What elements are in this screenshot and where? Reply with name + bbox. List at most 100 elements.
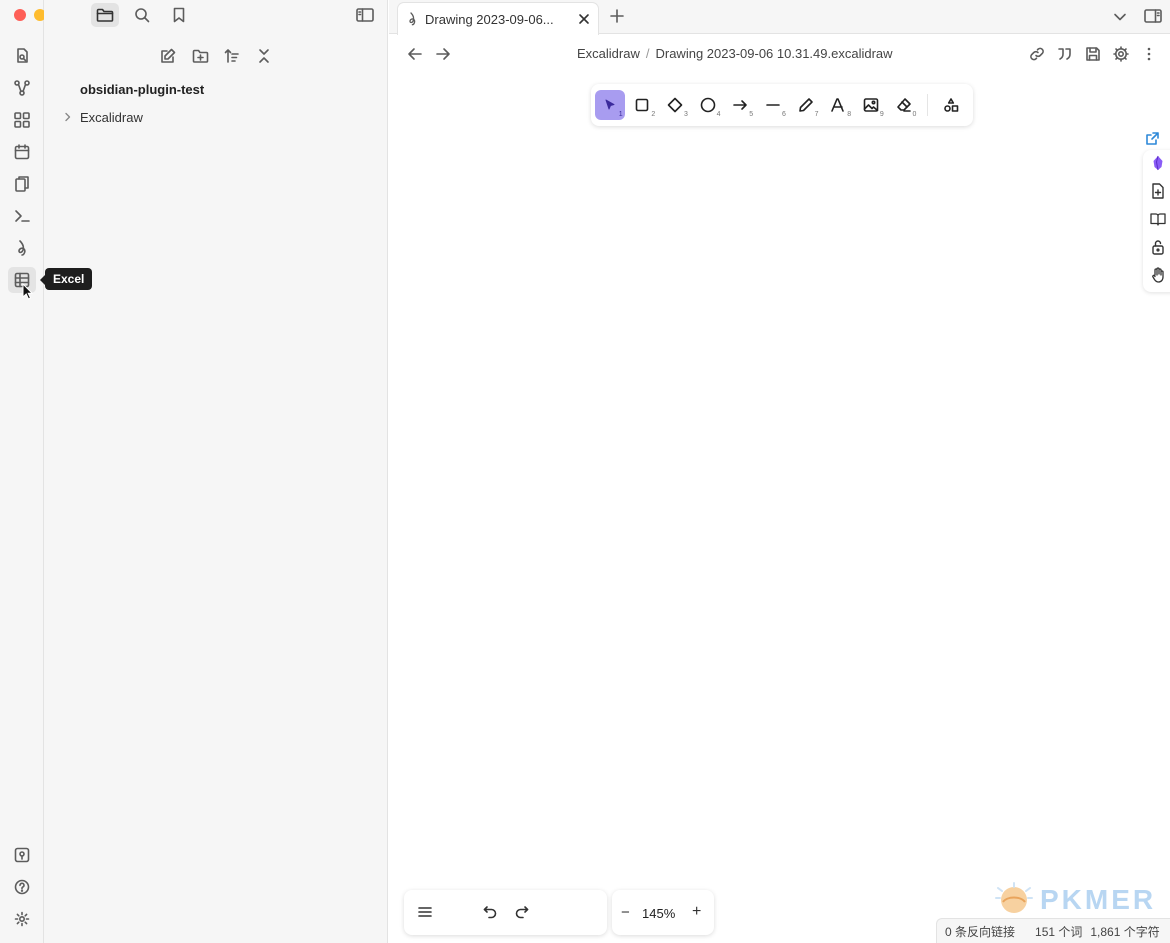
excalidraw-side-panel — [1143, 150, 1170, 292]
line-icon — [765, 97, 781, 113]
rectangle-icon — [635, 98, 649, 112]
more-options-icon[interactable] — [1138, 44, 1160, 64]
arrow-tool[interactable]: 5 — [726, 90, 756, 120]
line-tool[interactable]: 6 — [758, 90, 788, 120]
tool-shortcut-key: 5 — [749, 111, 754, 118]
open-external-link-icon[interactable] — [1145, 131, 1160, 146]
breadcrumb-file[interactable]: Drawing 2023-09-06 10.31.49.excalidraw — [655, 46, 892, 61]
new-tab-plus-icon[interactable] — [609, 8, 625, 24]
new-folder-icon[interactable] — [188, 44, 212, 68]
chevron-right-icon — [62, 111, 74, 123]
copy-link-icon[interactable] — [1026, 44, 1048, 64]
add-file-icon[interactable] — [1149, 182, 1167, 200]
settings-gear-icon[interactable] — [8, 906, 36, 932]
tab-list-chevron-down-icon[interactable] — [1112, 9, 1128, 25]
open-book-icon[interactable] — [1149, 210, 1167, 228]
excalidraw-icon[interactable] — [8, 235, 36, 261]
close-tab-icon[interactable] — [578, 13, 590, 25]
zoom-in-button[interactable]: + — [692, 903, 701, 921]
obsidian-tools-icon[interactable] — [1149, 154, 1167, 172]
watermark-text: PKMER — [1040, 884, 1157, 915]
files-tab-folder-icon[interactable] — [91, 3, 119, 27]
tool-shortcut-key: 6 — [781, 111, 786, 118]
image-tool[interactable]: 9 — [856, 90, 886, 120]
excalidraw-toolbar: 1 2 3 4 5 6 7 8 9 0 — [591, 84, 973, 126]
word-count: 151 个词 — [1035, 924, 1083, 939]
image-icon — [863, 97, 879, 113]
pkmer-logo-icon — [994, 882, 1034, 918]
close-window-button[interactable] — [14, 9, 26, 21]
character-count: 1,861 个字符 — [1090, 924, 1160, 939]
bottom-toolbar — [404, 890, 607, 935]
tool-shortcut-key: 3 — [684, 111, 688, 118]
breadcrumb-folder[interactable]: Excalidraw — [577, 46, 640, 61]
main-menu-hamburger-icon[interactable] — [418, 905, 432, 919]
view-header: Excalidraw / Drawing 2023-09-06 10.31.49… — [389, 35, 1170, 73]
tool-shortcut-key: 2 — [651, 111, 656, 118]
draw-tool[interactable]: 7 — [791, 90, 821, 120]
tool-shortcut-key: 9 — [879, 111, 884, 118]
canvas-icon[interactable] — [8, 107, 36, 133]
tab-drawing[interactable]: Drawing 2023-09-06... — [397, 2, 599, 35]
redo-icon[interactable] — [515, 905, 529, 919]
eraser-icon — [896, 97, 912, 113]
daily-note-calendar-icon[interactable] — [8, 139, 36, 165]
tool-shortcut-key: 8 — [847, 111, 852, 118]
open-quick-switcher-icon[interactable] — [8, 43, 36, 69]
file-explorer-sidebar: obsidian-plugin-test Excalidraw — [44, 0, 388, 943]
sort-order-icon[interactable] — [220, 44, 244, 68]
tab-bar: Drawing 2023-09-06... — [389, 0, 1170, 35]
tab-title: Drawing 2023-09-06... — [425, 11, 554, 27]
shapes-library-icon — [943, 97, 959, 113]
undo-icon[interactable] — [483, 905, 497, 919]
breadcrumb-separator: / — [645, 46, 650, 61]
tool-shortcut-key: 4 — [716, 111, 721, 118]
pencil-icon — [798, 97, 814, 113]
new-note-icon[interactable] — [156, 44, 180, 68]
zoom-controls: − 145% + — [612, 890, 714, 935]
templates-icon[interactable] — [8, 171, 36, 197]
vault-name[interactable]: obsidian-plugin-test — [80, 82, 204, 97]
breadcrumb: Excalidraw / Drawing 2023-09-06 10.31.49… — [577, 46, 893, 61]
ribbon-tooltip: Excel — [39, 268, 93, 290]
excalidraw-settings-gear-icon[interactable] — [1110, 44, 1132, 64]
selection-tool[interactable]: 1 — [595, 90, 625, 120]
command-palette-icon[interactable] — [8, 203, 36, 229]
excalidraw-canvas[interactable] — [389, 73, 1170, 943]
pan-hand-icon[interactable] — [1149, 266, 1167, 284]
lock-icon[interactable] — [1149, 238, 1167, 256]
tree-folder-excalidraw[interactable]: Excalidraw — [62, 107, 143, 127]
shapes-library-tool[interactable] — [936, 90, 966, 120]
ellipse-tool[interactable]: 4 — [693, 90, 723, 120]
mouse-cursor-icon — [22, 283, 33, 300]
text-tool[interactable]: 8 — [823, 90, 853, 120]
collapse-all-icon[interactable] — [252, 44, 276, 68]
quote-embed-icon[interactable] — [1054, 44, 1076, 64]
zoom-out-button[interactable]: − — [621, 904, 630, 921]
graph-view-icon[interactable] — [8, 75, 36, 101]
save-icon[interactable] — [1082, 44, 1104, 64]
toggle-right-sidebar-icon[interactable] — [1144, 8, 1162, 24]
zoom-level-reset-button[interactable]: 145% — [642, 906, 675, 921]
eraser-tool[interactable]: 0 — [889, 90, 919, 120]
help-icon[interactable] — [8, 874, 36, 900]
open-another-vault-icon[interactable] — [8, 842, 36, 868]
pkmer-watermark: PKMER — [994, 882, 1156, 918]
search-tab-icon[interactable] — [128, 3, 156, 27]
backlinks-count[interactable]: 0 条反向链接 — [945, 923, 1015, 940]
tool-shortcut-key: 0 — [912, 111, 917, 118]
navigate-back-icon[interactable] — [404, 44, 426, 64]
rectangle-tool[interactable]: 2 — [628, 90, 658, 120]
arrow-icon — [732, 97, 748, 113]
collapse-sidebar-icon[interactable] — [351, 3, 379, 27]
pointer-icon — [603, 98, 617, 112]
status-bar: 0 条反向链接 151 个词 1,861 个字符 — [936, 918, 1170, 943]
diamond-tool[interactable]: 3 — [660, 90, 690, 120]
tree-folder-label: Excalidraw — [80, 109, 143, 125]
tool-shortcut-key: 7 — [814, 111, 819, 118]
toolbar-divider — [927, 94, 929, 116]
tool-shortcut-key: 1 — [618, 111, 623, 118]
bookmarks-tab-icon[interactable] — [165, 3, 193, 27]
excalidraw-tab-icon — [406, 12, 418, 26]
navigate-forward-icon[interactable] — [432, 44, 454, 64]
